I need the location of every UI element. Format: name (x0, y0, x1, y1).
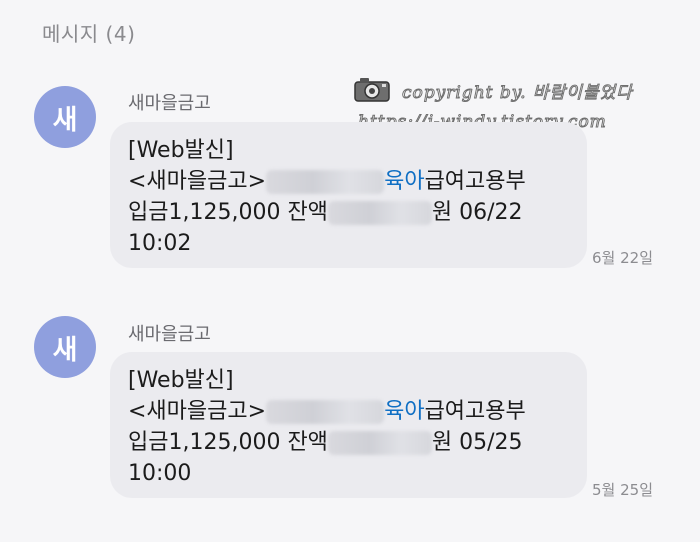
highlighted-keyword[interactable]: 육아 (384, 399, 424, 424)
message-line: [Web발신] (128, 368, 234, 393)
redacted-account (266, 400, 385, 424)
message-text: [Web발신] <새마을금고> 육아급여고용부 입금1,125,000 잔액 원 0… (128, 365, 526, 489)
message-text-segment: <새마을금고> (128, 169, 267, 194)
message-date: 6월 22일 (592, 249, 653, 267)
message-line: 10:00 (128, 461, 192, 486)
message-text-segment: 급여고용부 (424, 169, 526, 194)
sender-name: 새마을금고 (128, 93, 211, 114)
avatar[interactable]: 새 (34, 86, 96, 148)
message-line: 입금1,125,000 잔액 원 06/22 (128, 197, 526, 228)
camera-icon (354, 78, 390, 102)
message-text-segment: 원 06/22 (431, 200, 523, 225)
message-text-segment: 입금1,125,000 잔액 (128, 200, 328, 225)
message-line: 10:02 (128, 231, 192, 256)
avatar[interactable]: 새 (34, 316, 96, 378)
message-line: [Web발신] (128, 138, 234, 163)
message-text-segment: 입금1,125,000 잔액 (128, 430, 328, 455)
message-line: <새마을금고> 육아급여고용부 (128, 166, 526, 197)
message-text-segment: 급여고용부 (424, 399, 526, 424)
sender-name: 새마을금고 (128, 324, 211, 345)
message-text-segment: 원 05/25 (431, 430, 523, 455)
message-line: <새마을금고> 육아급여고용부 (128, 396, 526, 427)
page-title: 메시지 (4) (42, 22, 136, 46)
message-text: [Web발신] <새마을금고> 육아급여고용부 입금1,125,000 잔액 원 0… (128, 135, 526, 259)
highlighted-keyword[interactable]: 육아 (384, 169, 424, 194)
redacted-balance (327, 201, 432, 225)
watermark-copyright: copyright by. 바람이불었다 (402, 83, 633, 104)
message-date: 5월 25일 (592, 481, 653, 499)
redacted-account (266, 170, 385, 194)
message-text-segment: <새마을금고> (128, 399, 267, 424)
redacted-balance (327, 431, 432, 455)
message-line: 입금1,125,000 잔액 원 05/25 (128, 427, 526, 458)
